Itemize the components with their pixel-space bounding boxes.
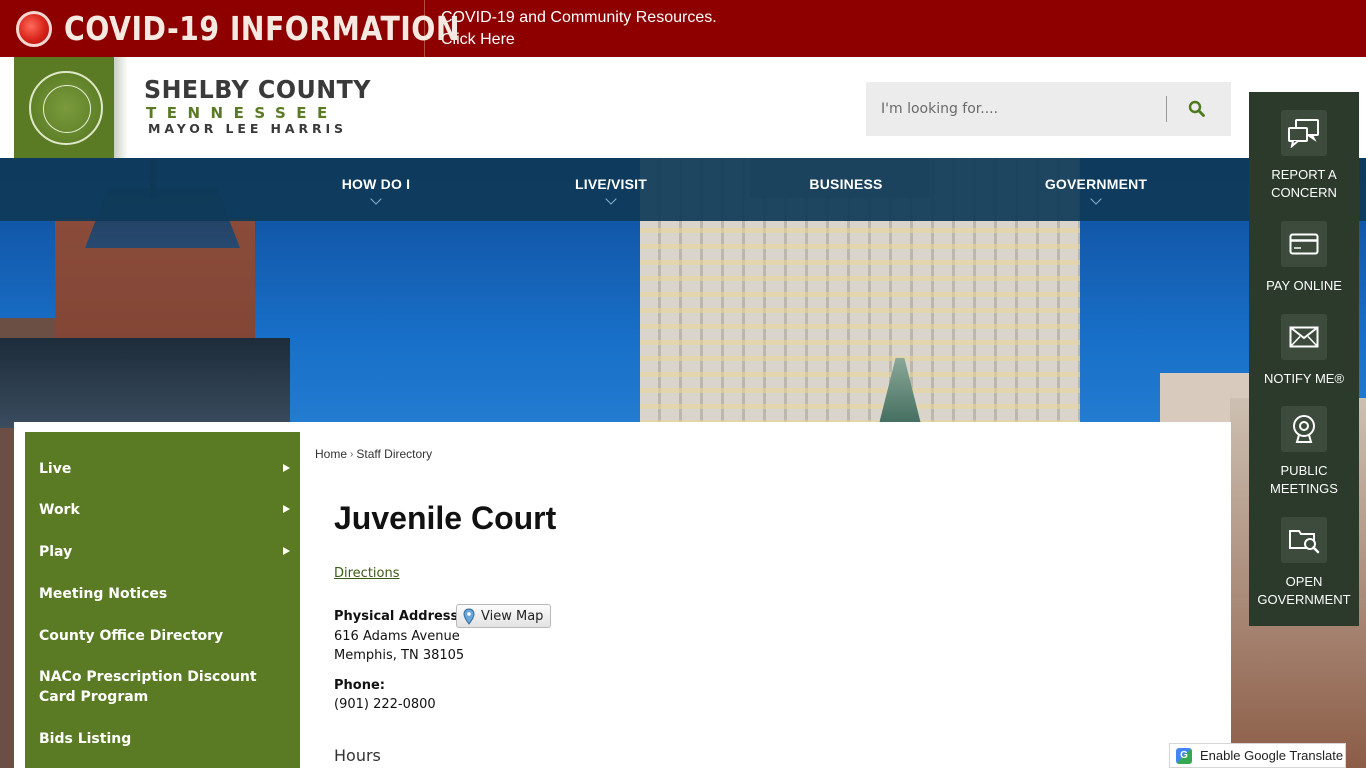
logo-county-name[interactable]: SHELBY COUNTY <box>144 75 371 104</box>
address-label: Physical Address: <box>334 609 464 624</box>
sidebar-item-label: Meeting Notices <box>39 586 168 602</box>
sidebar-item-label: Play <box>39 544 73 560</box>
quick-link-pay-online[interactable]: PAY ONLINE <box>1249 221 1359 295</box>
nav-live-visit[interactable]: LIVE/VISIT <box>566 158 656 221</box>
triangle-right-icon <box>283 505 290 513</box>
search-input[interactable] <box>866 82 1166 136</box>
building-glass <box>0 338 290 428</box>
breadcrumb-current[interactable]: Staff Directory <box>356 447 432 461</box>
nav-government[interactable]: GOVERNMENT <box>1036 158 1156 221</box>
chevron-down-icon <box>370 193 382 205</box>
sidebar-item-live[interactable]: Live <box>25 459 300 479</box>
quick-link-notify-me[interactable]: NOTIFY ME® <box>1249 314 1359 388</box>
quick-link-report-concern[interactable]: REPORT A CONCERN <box>1249 110 1359 202</box>
phone-number[interactable]: (901) 222-0800 <box>334 697 436 712</box>
sidebar-item-naco-prescription[interactable]: NACo Prescription Discount Card Program <box>25 667 300 707</box>
search-button[interactable] <box>1167 82 1227 136</box>
quick-link-label: NOTIFY ME® <box>1263 371 1345 386</box>
site-header: SHELBY COUNTY TENNESSEE MAYOR LEE HARRIS <box>0 57 1366 158</box>
covid-link[interactable]: COVID-19 and Community Resources. Click … <box>441 7 717 51</box>
search-icon <box>1188 100 1205 117</box>
envelope-icon <box>1281 314 1327 360</box>
main-navigation: HOW DO I LIVE/VISIT BUSINESS GOVERNMENT <box>0 158 1366 221</box>
nav-label: GOVERNMENT <box>1044 176 1148 192</box>
alert-dot-icon <box>16 10 52 47</box>
chevron-down-icon <box>1090 193 1102 205</box>
breadcrumb-separator-icon: › <box>350 448 354 460</box>
logo-divider <box>114 57 128 158</box>
google-translate-button[interactable]: G Enable Google Translate <box>1169 743 1346 768</box>
triangle-right-icon <box>283 547 290 555</box>
sidebar-menu: Live Work Play Meeting Notices County Of… <box>25 432 300 768</box>
address-line-2: Memphis, TN 38105 <box>334 648 465 663</box>
sidebar-item-label: NACo Prescription Discount Card Program <box>39 669 257 705</box>
nav-label: LIVE/VISIT <box>574 176 647 192</box>
covid-line-2: Click Here <box>441 30 515 48</box>
breadcrumb-home[interactable]: Home <box>315 447 347 461</box>
quick-link-public-meetings[interactable]: PUBLIC MEETINGS <box>1249 406 1359 498</box>
nav-business[interactable]: BUSINESS <box>801 158 891 221</box>
sidebar-item-label: County Office Directory <box>39 628 224 644</box>
sidebar-item-meeting-notices[interactable]: Meeting Notices <box>25 584 300 604</box>
sidebar-item-label: Live <box>39 461 72 477</box>
seal-icon <box>29 70 103 145</box>
view-map-label: View Map <box>481 608 544 624</box>
quick-links-panel: REPORT A CONCERN PAY ONLINE NOTIFY ME® P… <box>1249 92 1359 626</box>
sidebar-item-bids-listing[interactable]: Bids Listing <box>25 729 300 749</box>
breadcrumb: Home › Staff Directory <box>315 447 432 461</box>
search-bar <box>866 82 1231 136</box>
covid-title: COVID-19 INFORMATION <box>64 9 461 48</box>
directions-link[interactable]: Directions <box>334 566 400 581</box>
logo-state-name: TENNESSEE <box>146 104 338 122</box>
nav-label: HOW DO I <box>341 176 411 192</box>
sidebar-item-work[interactable]: Work <box>25 500 300 520</box>
covid-line-1: COVID-19 and Community Resources. <box>441 8 717 26</box>
map-pin-icon <box>463 607 475 625</box>
address-line-1: 616 Adams Avenue <box>334 629 460 644</box>
view-map-button[interactable]: View Map <box>456 604 552 628</box>
quick-link-label: PAY ONLINE <box>1266 278 1342 293</box>
phone-label: Phone: <box>334 678 385 693</box>
translate-label: Enable Google Translate <box>1200 748 1344 763</box>
webcam-icon <box>1281 406 1327 452</box>
quick-link-label: REPORT A CONCERN <box>1271 167 1337 200</box>
nav-label: BUSINESS <box>809 176 883 192</box>
hours-heading: Hours <box>334 746 381 765</box>
nav-how-do-i[interactable]: HOW DO I <box>331 158 421 221</box>
logo-mayor-name: MAYOR LEE HARRIS <box>148 121 347 136</box>
quick-link-label: OPEN GOVERNMENT <box>1257 574 1351 607</box>
credit-card-icon <box>1281 221 1327 267</box>
covid-banner[interactable]: COVID-19 INFORMATION COVID-19 and Commun… <box>0 0 1366 57</box>
quick-link-open-government[interactable]: OPEN GOVERNMENT <box>1249 517 1359 609</box>
sidebar-item-play[interactable]: Play <box>25 542 300 562</box>
quick-link-label: PUBLIC MEETINGS <box>1270 463 1338 496</box>
page-title: Juvenile Court <box>334 500 557 536</box>
triangle-right-icon <box>283 464 290 472</box>
covid-title-area[interactable]: COVID-19 INFORMATION <box>0 0 460 57</box>
sidebar-item-label: Bids Listing <box>39 731 132 747</box>
google-translate-icon: G <box>1176 747 1192 764</box>
chat-bubbles-icon <box>1281 110 1327 156</box>
folder-search-icon <box>1281 517 1327 563</box>
chevron-down-icon <box>605 193 617 205</box>
sidebar-item-county-office-directory[interactable]: County Office Directory <box>25 626 300 646</box>
county-seal-logo[interactable] <box>14 57 118 158</box>
sidebar-item-label: Work <box>39 502 80 518</box>
